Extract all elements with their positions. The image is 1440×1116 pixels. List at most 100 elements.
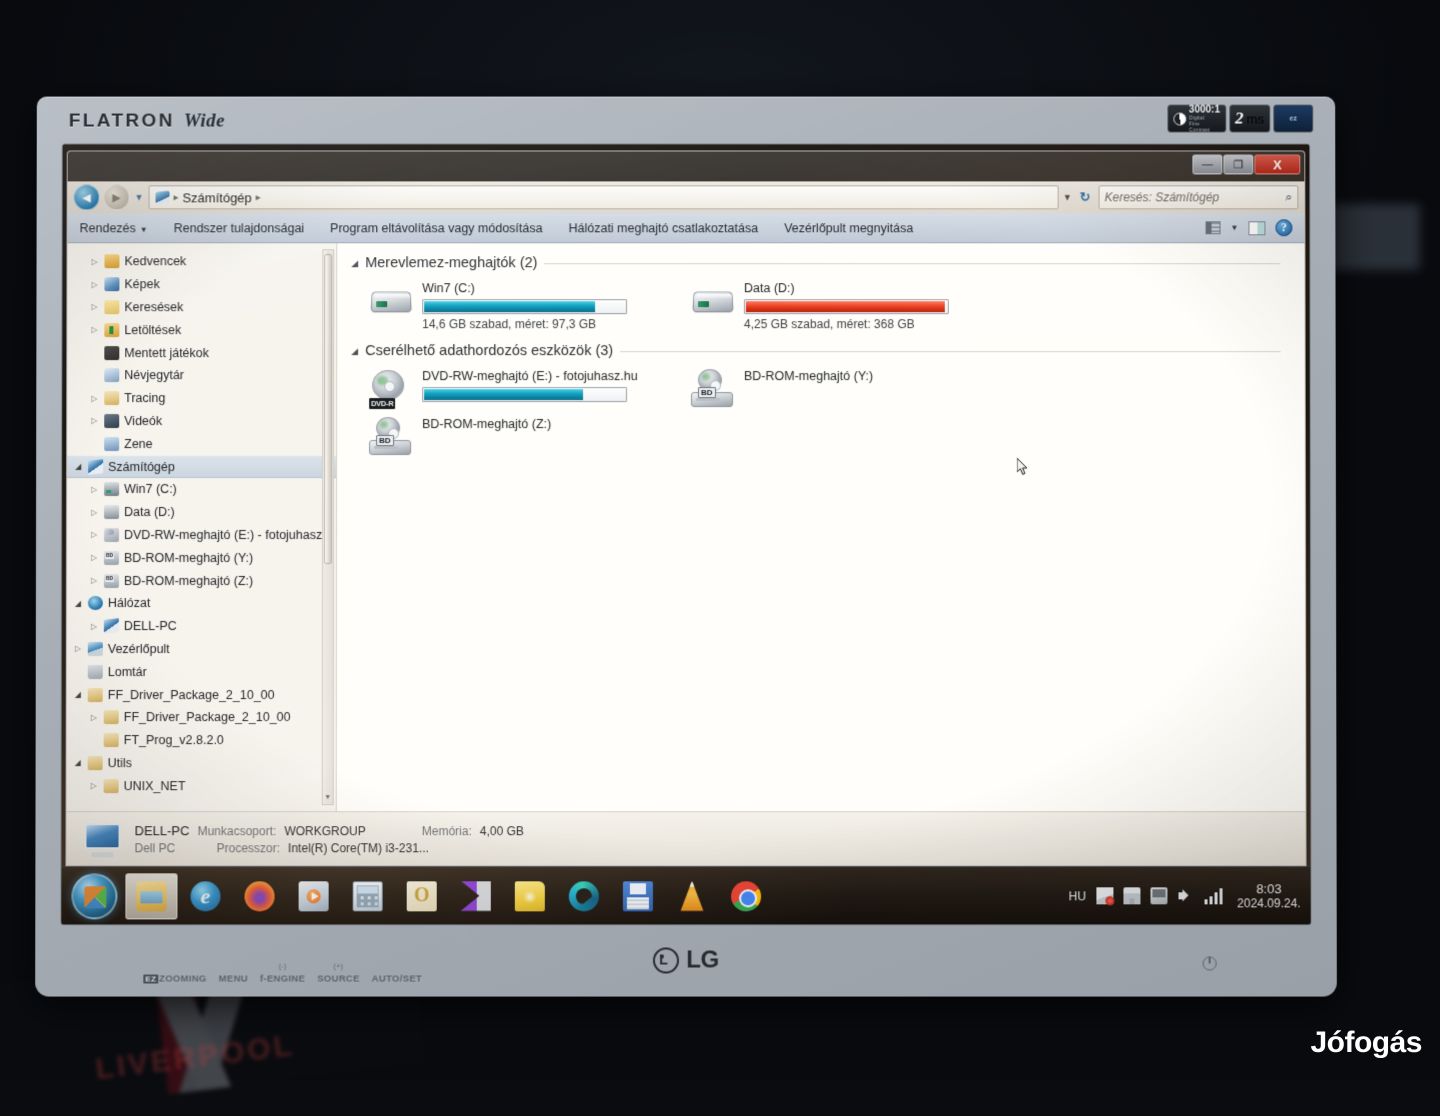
taskbar-item-firefox[interactable] (234, 873, 286, 919)
expand-collapse-icon[interactable]: ▷ (89, 417, 99, 426)
expand-collapse-icon[interactable]: ▷ (89, 485, 99, 494)
display-icon[interactable] (1150, 887, 1167, 904)
drive-item[interactable]: Win7 (C:)14,6 GB szabad, méret: 97,3 GB (351, 277, 673, 335)
taskbar-item-calculator[interactable] (342, 873, 394, 919)
sidebar-item-bd-rom-meghajt-y[interactable]: ▷BD-ROM-meghajtó (Y:) (67, 546, 336, 569)
expand-collapse-icon[interactable]: ▷ (89, 257, 99, 266)
drive-item[interactable]: BDBD-ROM-meghajtó (Y:) (673, 365, 995, 413)
sidebar-item-n-vjegyt-r[interactable]: Névjegytár (67, 364, 336, 387)
osd-button-menu[interactable]: MENU (219, 974, 248, 985)
sidebar-item-ff-driver-package-2-10-00[interactable]: ▷FF_Driver_Package_2_10_00 (67, 706, 336, 729)
sidebar-item-win7-c[interactable]: ▷Win7 (C:) (67, 478, 336, 501)
address-dropdown-icon[interactable]: ▼ (1063, 192, 1072, 202)
sidebar-item-dell-pc[interactable]: ▷DELL-PC (67, 615, 336, 638)
taskbar-item-video-player[interactable] (450, 873, 502, 919)
drive-item[interactable]: DVD-RDVD-RW-meghajtó (E:) - fotojuhasz.h… (351, 365, 673, 413)
command-vezrlpult[interactable]: Vezérlőpult megnyitása (771, 221, 926, 235)
maximize-button[interactable]: ❐ (1223, 154, 1253, 174)
breadcrumb-separator-2[interactable]: ▸ (256, 192, 261, 203)
sidebar-item-bd-rom-meghajt-z[interactable]: ▷BD-ROM-meghajtó (Z:) (67, 569, 336, 592)
clock[interactable]: 8:03 2024.09.24. (1237, 881, 1301, 911)
expand-collapse-icon[interactable]: ▷ (89, 622, 99, 631)
history-dropdown-icon[interactable]: ▼ (135, 192, 144, 202)
sidebar-item-ft-prog-v2-8-2-0[interactable]: FT_Prog_v2.8.2.0 (67, 729, 336, 752)
taskbar-item-vlc[interactable] (666, 873, 718, 919)
group-header[interactable]: ◢Cserélhető adathordozós eszközök (3) (351, 343, 1304, 359)
scroll-down-arrow[interactable]: ▼ (323, 792, 333, 804)
sidebar-item-ff-driver-package-2-10-00[interactable]: ◢FF_Driver_Package_2_10_00 (67, 683, 336, 706)
command-hlzati[interactable]: Hálózati meghajtó csatlakoztatása (556, 221, 771, 235)
taskbar-item-edge[interactable] (558, 873, 610, 919)
group-collapse-icon[interactable]: ◢ (351, 346, 358, 357)
drive-item[interactable]: Data (D:)4,25 GB szabad, méret: 368 GB (673, 277, 995, 335)
preview-pane-icon[interactable] (1248, 221, 1265, 235)
search-input[interactable]: Keresés: Számítógép ⌕ (1099, 185, 1299, 209)
view-chevron-down-icon[interactable]: ▼ (1231, 223, 1239, 232)
view-layout-icon[interactable] (1206, 221, 1221, 234)
expand-collapse-icon[interactable]: ▷ (89, 713, 99, 722)
group-header[interactable]: ◢Merevlemez-meghajtók (2) (351, 255, 1304, 271)
content-pane[interactable]: ◢Merevlemez-meghajtók (2) Win7 (C:)14,6 G… (337, 243, 1306, 811)
minimize-button[interactable]: — (1192, 154, 1222, 174)
help-icon[interactable]: ? (1275, 219, 1292, 236)
signal-bars-icon[interactable] (1204, 887, 1223, 904)
breadcrumb[interactable]: ▸ Számítógép ▸ (148, 185, 1058, 209)
expand-collapse-icon[interactable]: ▷ (89, 530, 99, 539)
close-button[interactable]: X (1254, 154, 1300, 174)
usb-eject-icon[interactable] (1123, 887, 1140, 904)
navigation-scroll-thumb[interactable] (324, 254, 332, 564)
expand-collapse-icon[interactable]: ▷ (89, 325, 99, 334)
sidebar-item-sz-m-t-g-p[interactable]: ◢Számítógép (67, 455, 336, 478)
taskbar-item-note[interactable] (504, 873, 556, 919)
command-rendezs[interactable]: Rendezés▼ (80, 221, 161, 235)
taskbar-item-office[interactable] (396, 873, 448, 919)
expand-collapse-open-icon[interactable]: ◢ (73, 759, 83, 768)
refresh-icon[interactable]: ↻ (1080, 189, 1091, 205)
expand-collapse-icon[interactable]: ▷ (89, 394, 99, 403)
expand-collapse-open-icon[interactable]: ◢ (73, 462, 83, 471)
expand-collapse-icon[interactable]: ▷ (73, 644, 83, 653)
sidebar-item-lomt-r[interactable]: Lomtár (67, 660, 336, 683)
expand-collapse-icon[interactable]: ▷ (89, 781, 99, 790)
taskbar-item-media-player[interactable] (288, 873, 340, 919)
power-button[interactable] (1203, 956, 1217, 970)
windows-desktop[interactable]: — ❐ X ◄ ► ▼ ▸ Számítógép ▸ ▼ (61, 144, 1310, 924)
expand-collapse-icon[interactable]: ▷ (89, 508, 99, 517)
taskbar-item-save[interactable] (612, 873, 664, 919)
expand-collapse-icon[interactable]: ▷ (89, 303, 99, 312)
back-button[interactable]: ◄ (74, 184, 100, 210)
sidebar-item-unix-net[interactable]: ▷UNIX_NET (67, 774, 336, 797)
expand-collapse-open-icon[interactable]: ◢ (73, 599, 83, 608)
sidebar-item-mentett-j-t-kok[interactable]: Mentett játékok (67, 341, 336, 364)
taskbar-item-internet-explorer[interactable] (179, 873, 231, 919)
osd-button-auto-set[interactable]: AUTO/SET (372, 974, 422, 985)
forward-button[interactable]: ► (104, 184, 130, 210)
sidebar-item-vide-k[interactable]: ▷Videók (67, 410, 336, 433)
sidebar-item-zene[interactable]: Zene (67, 432, 336, 455)
sidebar-item-vez-rl-pult[interactable]: ▷Vezérlőpult (67, 638, 336, 661)
sidebar-item-h-l-zat[interactable]: ◢Hálózat (67, 592, 336, 615)
expand-collapse-icon[interactable]: ▷ (89, 553, 99, 562)
expand-collapse-icon[interactable]: ▷ (89, 576, 99, 585)
drive-item[interactable]: BDBD-ROM-meghajtó (Z:) (351, 413, 673, 461)
group-collapse-icon[interactable]: ◢ (351, 258, 358, 269)
language-indicator[interactable]: HU (1069, 889, 1086, 903)
taskbar-item-explorer[interactable] (125, 873, 177, 919)
start-button[interactable] (71, 873, 117, 919)
sidebar-item-kedvencek[interactable]: ▷Kedvencek (67, 250, 336, 273)
osd-button-source[interactable]: (+)SOURCE (317, 974, 360, 985)
sidebar-item-dvd-rw-meghajt-e-fotojuhasz[interactable]: ▷DVD-RW-meghajtó (E:) - fotojuhasz. (67, 524, 336, 547)
osd-button-zooming[interactable]: EZZOOMING (143, 974, 206, 985)
flag-icon[interactable] (1096, 887, 1113, 904)
breadcrumb-root[interactable]: Számítógép (182, 190, 251, 205)
command-program[interactable]: Program eltávolítása vagy módosítása (317, 221, 555, 235)
navigation-scrollbar[interactable]: ▲ ▼ (322, 249, 335, 805)
window-titlebar[interactable]: — ❐ X (68, 151, 1305, 181)
sidebar-item-k-pek[interactable]: ▷Képek (67, 273, 336, 296)
command-rendszer[interactable]: Rendszer tulajdonságai (161, 221, 318, 235)
sidebar-item-tracing[interactable]: ▷Tracing (67, 387, 336, 410)
osd-button-f-engine[interactable]: (-)f-ENGINE (260, 974, 305, 985)
sidebar-item-utils[interactable]: ◢Utils (67, 752, 336, 775)
expand-collapse-icon[interactable]: ▷ (89, 280, 99, 289)
sidebar-item-let-lt-sek[interactable]: ▷Letöltések (67, 319, 336, 342)
